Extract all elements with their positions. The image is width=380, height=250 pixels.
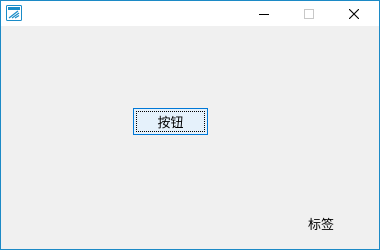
maximize-button[interactable] [286,1,332,26]
maximize-icon [304,8,314,19]
form-client-area: 按钮 标签 [1,26,379,249]
push-button[interactable]: 按钮 [133,108,208,135]
app-icon[interactable] [6,5,22,21]
push-button-label: 按钮 [157,116,184,131]
application-window: 按钮 标签 [0,0,380,250]
close-icon [349,8,359,19]
static-label: 标签 [308,218,335,233]
minimize-icon [259,9,269,19]
minimize-button[interactable] [241,1,287,26]
close-button[interactable] [331,1,377,26]
title-bar[interactable] [1,1,379,26]
